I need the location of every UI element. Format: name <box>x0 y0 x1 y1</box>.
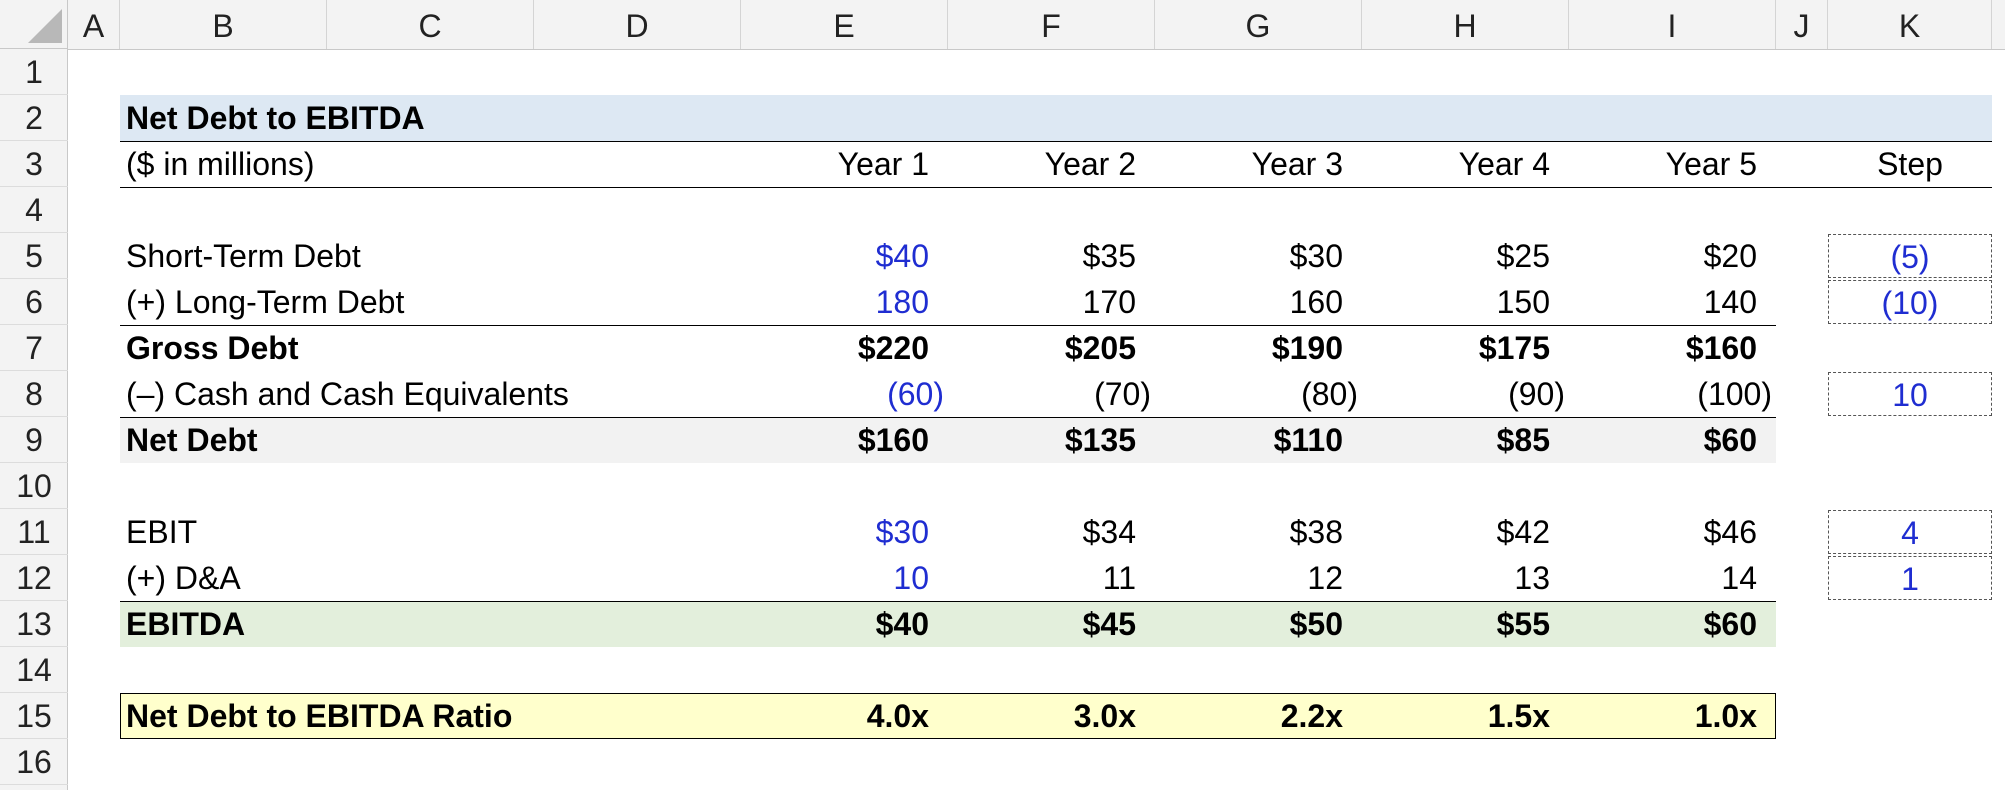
gross-debt-year-3[interactable]: $190 <box>1155 325 1343 371</box>
column-header-d[interactable]: D <box>534 0 741 49</box>
ratio-year-3[interactable]: 2.2x <box>1155 693 1343 739</box>
row-header-8[interactable]: 8 <box>0 371 68 417</box>
column-header-a[interactable]: A <box>68 0 120 49</box>
select-all-icon <box>28 9 62 43</box>
ratio-year-2[interactable]: 3.0x <box>948 693 1136 739</box>
cash-year-3[interactable]: (80) <box>1155 371 1358 417</box>
long-term-debt-year-1[interactable]: 180 <box>741 279 929 325</box>
ebitda-year-1[interactable]: $40 <box>741 601 929 647</box>
da-year-2[interactable]: 11 <box>948 555 1136 601</box>
column-header-j[interactable]: J <box>1776 0 1828 49</box>
da-year-4[interactable]: 13 <box>1362 555 1550 601</box>
header-year-5[interactable]: Year 5 <box>1569 141 1757 187</box>
header-year-1[interactable]: Year 1 <box>741 141 929 187</box>
gross-debt-year-5[interactable]: $160 <box>1569 325 1757 371</box>
cash-year-2[interactable]: (70) <box>948 371 1151 417</box>
gross-debt-year-4[interactable]: $175 <box>1362 325 1550 371</box>
long-term-debt-step[interactable]: (10) <box>1828 280 1992 324</box>
ratio-year-5[interactable]: 1.0x <box>1569 693 1757 739</box>
net-debt-year-4[interactable]: $85 <box>1362 417 1550 463</box>
row-header-4[interactable]: 4 <box>0 187 68 233</box>
spreadsheet-grid: A B C D E F G H I J K 1 2 3 4 5 6 7 8 9 … <box>0 0 2005 790</box>
ebit-step[interactable]: 4 <box>1828 510 1992 554</box>
header-year-3[interactable]: Year 3 <box>1155 141 1343 187</box>
ratio-year-4[interactable]: 1.5x <box>1362 693 1550 739</box>
units-label[interactable]: ($ in millions) <box>126 141 314 187</box>
column-header-h[interactable]: H <box>1362 0 1569 49</box>
row-header-10[interactable]: 10 <box>0 463 68 509</box>
row-header-3[interactable]: 3 <box>0 141 68 187</box>
ebit-label[interactable]: EBIT <box>126 509 197 555</box>
long-term-debt-year-3[interactable]: 160 <box>1155 279 1343 325</box>
net-debt-label[interactable]: Net Debt <box>126 417 258 463</box>
gross-debt-label[interactable]: Gross Debt <box>126 325 298 371</box>
short-term-debt-year-4[interactable]: $25 <box>1362 233 1550 279</box>
da-year-1[interactable]: 10 <box>741 555 929 601</box>
ratio-year-1[interactable]: 4.0x <box>741 693 929 739</box>
row-header-6[interactable]: 6 <box>0 279 68 325</box>
row-header-9[interactable]: 9 <box>0 417 68 463</box>
ebit-year-4[interactable]: $42 <box>1362 509 1550 555</box>
net-debt-year-1[interactable]: $160 <box>741 417 929 463</box>
cash-step[interactable]: 10 <box>1828 372 1992 416</box>
cash-label[interactable]: (–) Cash and Cash Equivalents <box>126 371 569 417</box>
ebitda-year-4[interactable]: $55 <box>1362 601 1550 647</box>
sheet-title[interactable]: Net Debt to EBITDA <box>126 95 425 141</box>
long-term-debt-year-2[interactable]: 170 <box>948 279 1136 325</box>
column-header-i[interactable]: I <box>1569 0 1776 49</box>
short-term-debt-year-5[interactable]: $20 <box>1569 233 1757 279</box>
short-term-debt-year-2[interactable]: $35 <box>948 233 1136 279</box>
cash-year-4[interactable]: (90) <box>1362 371 1565 417</box>
header-year-4[interactable]: Year 4 <box>1362 141 1550 187</box>
net-debt-year-3[interactable]: $110 <box>1155 417 1343 463</box>
da-year-3[interactable]: 12 <box>1155 555 1343 601</box>
column-header-c[interactable]: C <box>327 0 534 49</box>
row-header-11[interactable]: 11 <box>0 509 68 555</box>
short-term-debt-step[interactable]: (5) <box>1828 234 1992 278</box>
cash-year-5[interactable]: (100) <box>1569 371 1772 417</box>
gross-debt-year-1[interactable]: $220 <box>741 325 929 371</box>
column-header-f[interactable]: F <box>948 0 1155 49</box>
ebit-year-1[interactable]: $30 <box>741 509 929 555</box>
ebitda-year-2[interactable]: $45 <box>948 601 1136 647</box>
ebitda-year-3[interactable]: $50 <box>1155 601 1343 647</box>
gross-debt-year-2[interactable]: $205 <box>948 325 1136 371</box>
ebitda-label[interactable]: EBITDA <box>126 601 245 647</box>
row-header-1[interactable]: 1 <box>0 49 68 95</box>
da-label[interactable]: (+) D&A <box>126 555 241 601</box>
ebit-year-2[interactable]: $34 <box>948 509 1136 555</box>
short-term-debt-label[interactable]: Short-Term Debt <box>126 233 361 279</box>
column-header-b[interactable]: B <box>120 0 327 49</box>
cash-year-1[interactable]: (60) <box>741 371 944 417</box>
header-year-2[interactable]: Year 2 <box>948 141 1136 187</box>
net-debt-year-2[interactable]: $135 <box>948 417 1136 463</box>
row-header-bar: 1 2 3 4 5 6 7 8 9 10 11 12 13 14 15 16 <box>0 49 68 790</box>
row-header-14[interactable]: 14 <box>0 647 68 693</box>
row-header-7[interactable]: 7 <box>0 325 68 371</box>
long-term-debt-year-4[interactable]: 150 <box>1362 279 1550 325</box>
header-rule <box>120 187 1992 188</box>
ratio-label[interactable]: Net Debt to EBITDA Ratio <box>126 693 512 739</box>
da-step[interactable]: 1 <box>1828 556 1992 600</box>
row-header-16[interactable]: 16 <box>0 739 68 785</box>
long-term-debt-label[interactable]: (+) Long-Term Debt <box>126 279 404 325</box>
column-header-e[interactable]: E <box>741 0 948 49</box>
da-year-5[interactable]: 14 <box>1569 555 1757 601</box>
long-term-debt-year-5[interactable]: 140 <box>1569 279 1757 325</box>
row-header-15[interactable]: 15 <box>0 693 68 739</box>
ebit-year-3[interactable]: $38 <box>1155 509 1343 555</box>
ebitda-year-5[interactable]: $60 <box>1569 601 1757 647</box>
column-header-k[interactable]: K <box>1828 0 1992 49</box>
column-header-g[interactable]: G <box>1155 0 1362 49</box>
select-all-corner[interactable] <box>0 0 68 49</box>
row-header-12[interactable]: 12 <box>0 555 68 601</box>
row-header-2[interactable]: 2 <box>0 95 68 141</box>
net-debt-year-5[interactable]: $60 <box>1569 417 1757 463</box>
header-step[interactable]: Step <box>1828 141 1992 187</box>
ebit-year-5[interactable]: $46 <box>1569 509 1757 555</box>
row-header-5[interactable]: 5 <box>0 233 68 279</box>
short-term-debt-year-1[interactable]: $40 <box>741 233 929 279</box>
short-term-debt-year-3[interactable]: $30 <box>1155 233 1343 279</box>
row-header-13[interactable]: 13 <box>0 601 68 647</box>
